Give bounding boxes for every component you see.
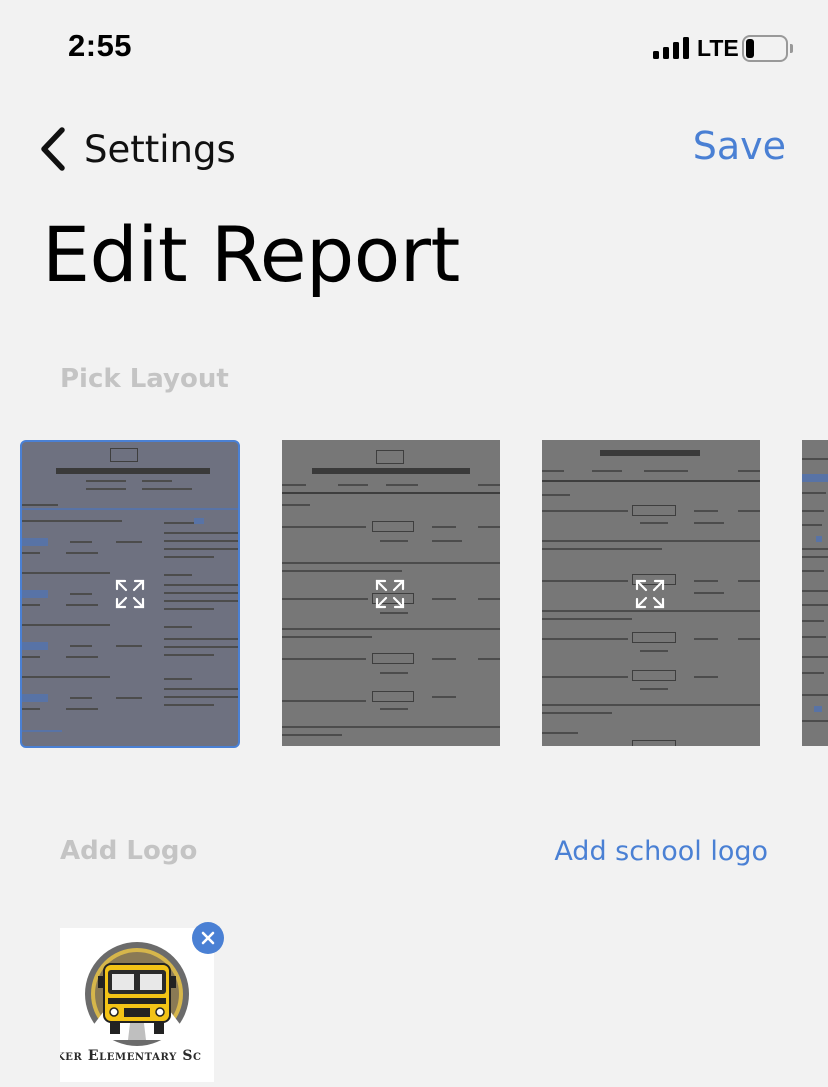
close-icon bbox=[201, 931, 215, 945]
layout-option-2[interactable] bbox=[282, 440, 500, 746]
layout-carousel[interactable] bbox=[0, 440, 828, 748]
back-button[interactable]: Settings bbox=[36, 120, 236, 178]
cellular-signal-icon bbox=[653, 37, 690, 59]
layout-option-3[interactable] bbox=[542, 440, 760, 746]
logo-caption: ker Elementary Sc bbox=[60, 1048, 202, 1064]
battery-low-icon bbox=[742, 35, 794, 62]
expand-arrows-icon bbox=[115, 579, 145, 609]
layout-option-1[interactable] bbox=[20, 440, 240, 748]
back-label: Settings bbox=[84, 127, 236, 171]
expand-arrows-icon bbox=[635, 579, 665, 609]
school-logo-thumbnail[interactable]: ker Elementary Sc bbox=[60, 928, 214, 1082]
status-time: 2:55 bbox=[68, 28, 133, 63]
layout-option-4[interactable] bbox=[802, 440, 828, 746]
pick-layout-label: Pick Layout bbox=[60, 364, 229, 394]
network-type: LTE bbox=[697, 35, 739, 61]
add-school-logo-link[interactable]: Add school logo bbox=[554, 836, 768, 867]
remove-logo-button[interactable] bbox=[192, 922, 224, 954]
expand-arrows-icon bbox=[375, 579, 405, 609]
save-button[interactable]: Save bbox=[693, 124, 786, 168]
status-bar: 2:55 LTE bbox=[0, 0, 828, 96]
chevron-left-icon bbox=[41, 127, 65, 171]
page-title: Edit Report bbox=[42, 210, 460, 299]
add-logo-label: Add Logo bbox=[60, 836, 198, 866]
